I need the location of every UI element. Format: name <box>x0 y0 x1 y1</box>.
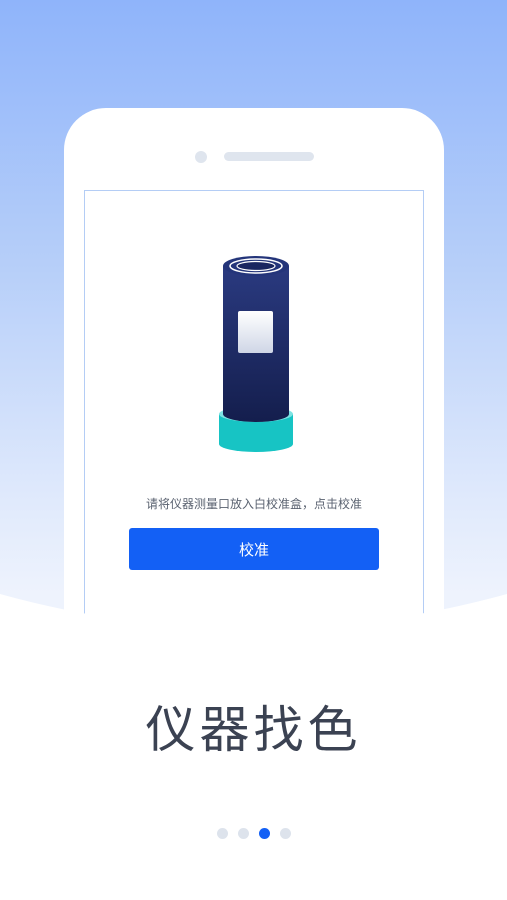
page-dot-3-active[interactable] <box>258 828 270 839</box>
phone-mockup: 请将仪器测量口放入白校准盒，点击校准 校准 <box>64 108 444 690</box>
color-meter-device-illustration <box>219 256 293 452</box>
device-display-window <box>238 311 273 353</box>
calibrate-button[interactable]: 校准 <box>129 528 379 570</box>
feature-title: 仪器找色 <box>145 701 362 759</box>
page-dot-1[interactable] <box>216 828 228 839</box>
page-dot-2[interactable] <box>237 828 249 839</box>
page-dot-4[interactable] <box>279 828 291 839</box>
page-indicator <box>0 828 507 839</box>
front-camera-dot <box>195 151 207 163</box>
calibration-instruction: 请将仪器测量口放入白校准盒，点击校准 <box>145 497 362 511</box>
speaker-slot <box>224 152 314 161</box>
